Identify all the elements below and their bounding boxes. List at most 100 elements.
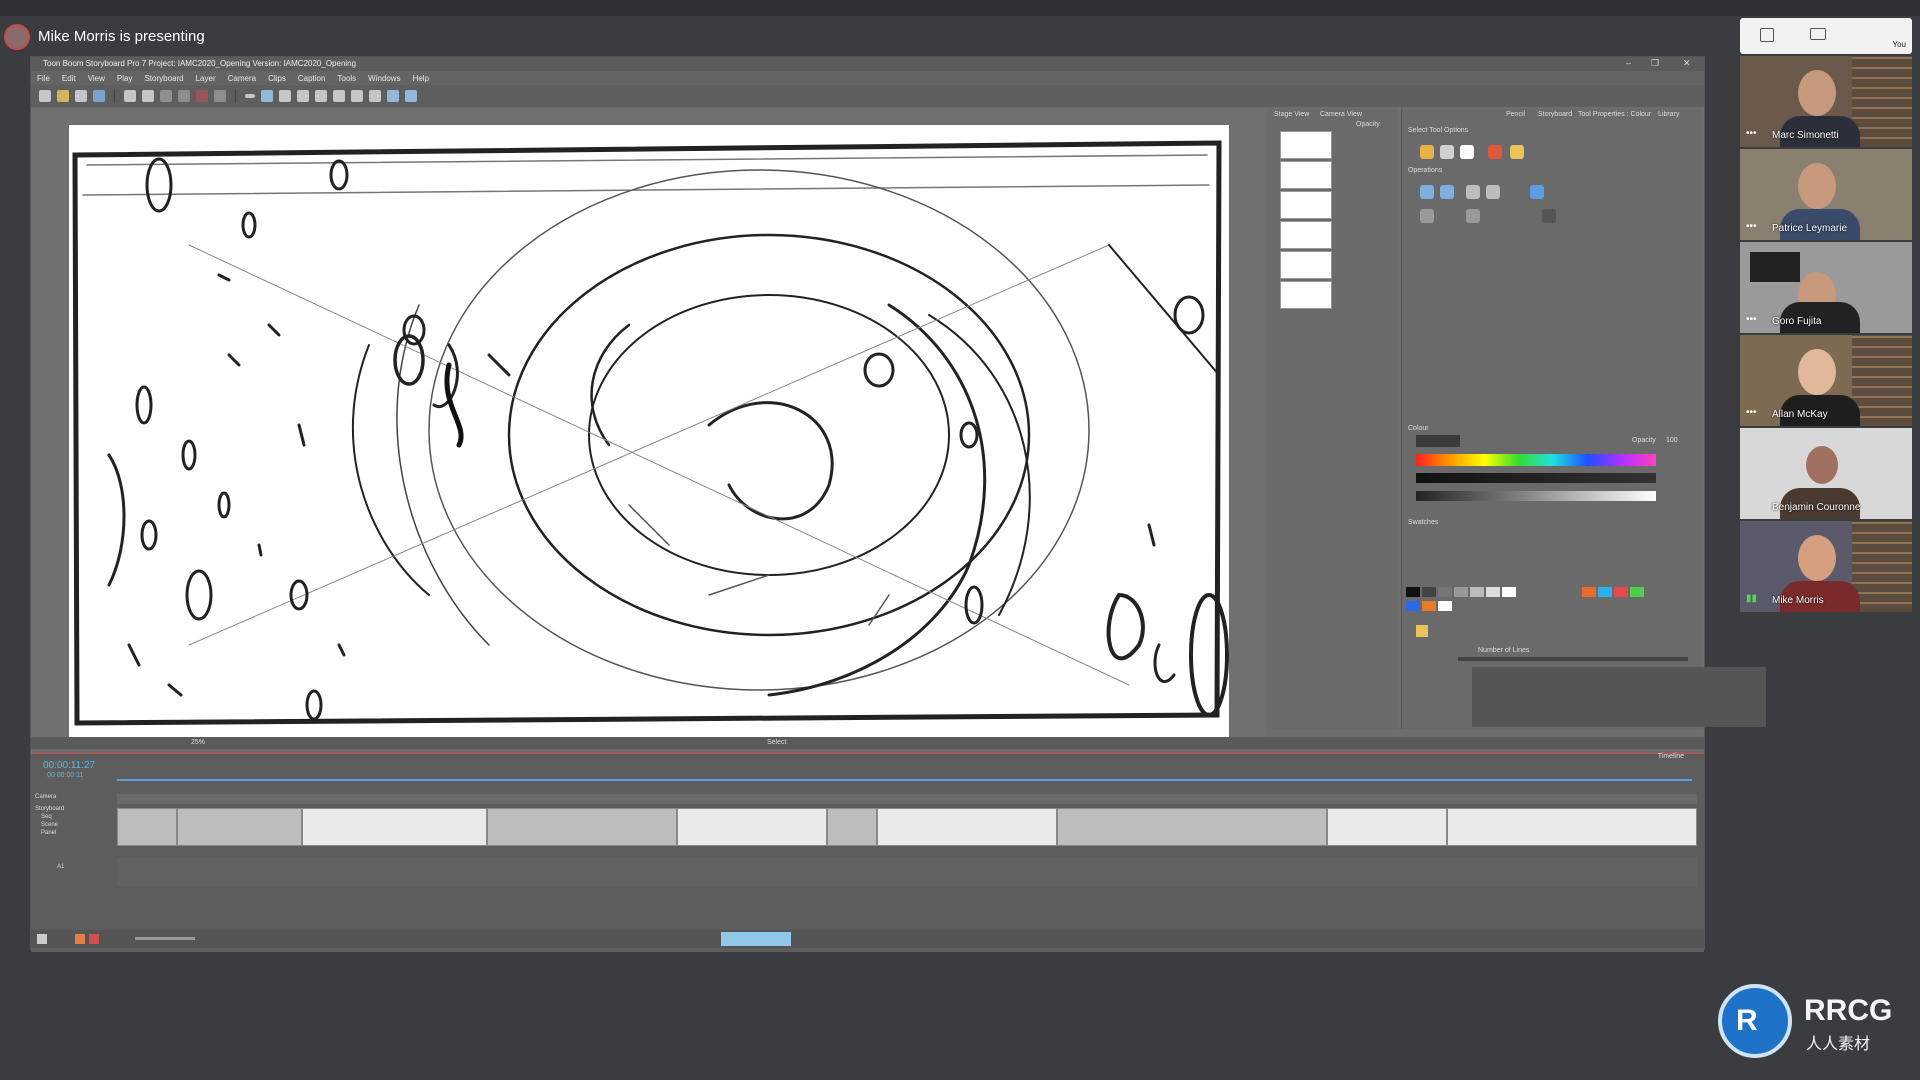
layer-thumbnail[interactable]: [1280, 191, 1332, 219]
panel-clip[interactable]: [117, 808, 177, 846]
swatch-lighter-grey[interactable]: [1486, 587, 1500, 597]
panel-clip[interactable]: [877, 808, 1057, 846]
participants-icon[interactable]: [1760, 28, 1774, 42]
menu-storyboard[interactable]: Storyboard: [144, 74, 183, 83]
undo-icon[interactable]: [214, 90, 226, 102]
tab-library[interactable]: Library: [1658, 111, 1679, 118]
swatch-amber[interactable]: [1422, 601, 1436, 611]
pencil-tool-icon[interactable]: [1416, 625, 1428, 637]
rectangle-select-icon[interactable]: [1440, 145, 1454, 159]
timeline-scrollbar-thumb[interactable]: [721, 932, 791, 946]
smooth-icon[interactable]: [1530, 185, 1544, 199]
colour-opacity-value[interactable]: 100: [1666, 437, 1678, 444]
swatch-black[interactable]: [1406, 587, 1420, 597]
menu-help[interactable]: Help: [413, 74, 429, 83]
new-file-icon[interactable]: [39, 90, 51, 102]
layer-thumbnail[interactable]: [1280, 131, 1332, 159]
zoom-in-icon[interactable]: [387, 90, 399, 102]
participant-tile[interactable]: ••• Goro Fujita: [1740, 242, 1912, 333]
layer-thumbnail[interactable]: [1280, 161, 1332, 189]
tab-tool-properties[interactable]: Tool Properties : Colour: [1578, 111, 1651, 118]
swatch-dark-grey[interactable]: [1422, 587, 1436, 597]
rotate-cw-icon[interactable]: [1486, 185, 1500, 199]
swatch-grey[interactable]: [1438, 587, 1452, 597]
drawing-canvas[interactable]: [69, 125, 1229, 737]
menu-clips[interactable]: Clips: [268, 74, 286, 83]
participant-tile[interactable]: ••• Marc Simonetti: [1740, 56, 1912, 147]
swatch-green[interactable]: [1630, 587, 1644, 597]
select-icon[interactable]: [142, 90, 154, 102]
more-options-icon[interactable]: •••: [1746, 128, 1757, 139]
panel-clip[interactable]: [487, 808, 677, 846]
timecode-display[interactable]: 00:00:11:27: [43, 760, 95, 771]
flatten-icon[interactable]: [1420, 209, 1434, 223]
lines-slider[interactable]: [1458, 657, 1688, 661]
overview-icon[interactable]: [369, 90, 381, 102]
transform-icon[interactable]: [124, 90, 136, 102]
grid-icon[interactable]: [279, 90, 291, 102]
select-by-colour-icon[interactable]: [1510, 145, 1524, 159]
chat-icon[interactable]: [1810, 28, 1826, 40]
panel-clip[interactable]: [1447, 808, 1697, 846]
participant-tile[interactable]: ▮▮ Mike Morris: [1740, 521, 1912, 612]
menu-edit[interactable]: Edit: [62, 74, 76, 83]
swatch-orange[interactable]: [1582, 587, 1596, 597]
menu-caption[interactable]: Caption: [298, 74, 326, 83]
menu-windows[interactable]: Windows: [368, 74, 400, 83]
flip-vertical-icon[interactable]: [1440, 185, 1454, 199]
zoom-out-icon[interactable]: [405, 90, 417, 102]
layer-thumbnail[interactable]: [1280, 221, 1332, 249]
menu-camera[interactable]: Camera: [228, 74, 256, 83]
swatch-mid-grey[interactable]: [1454, 587, 1468, 597]
menu-layer[interactable]: Layer: [196, 74, 216, 83]
camera-track[interactable]: [117, 794, 1697, 804]
layer-thumbnail[interactable]: [1280, 281, 1332, 309]
panel-clip[interactable]: [1327, 808, 1447, 846]
thumbnails-icon[interactable]: [315, 90, 327, 102]
panel-clip[interactable]: [677, 808, 827, 846]
swatch-red[interactable]: [1614, 587, 1628, 597]
swatch-light-grey[interactable]: [1470, 587, 1484, 597]
minimize-icon[interactable]: –: [1626, 58, 1631, 68]
timeline-zoom-slider[interactable]: [135, 937, 195, 940]
tab-pencil[interactable]: Pencil: [1506, 111, 1525, 118]
copy-icon[interactable]: [178, 90, 190, 102]
add-track-icon[interactable]: [37, 934, 47, 944]
participant-tile[interactable]: ••• Patrice Leymarie: [1740, 149, 1912, 240]
panel-clip[interactable]: [1057, 808, 1327, 846]
save-icon[interactable]: [75, 90, 87, 102]
zoom-level[interactable]: 25%: [191, 739, 205, 746]
swatch-blue[interactable]: [1598, 587, 1612, 597]
brush-size-icon[interactable]: [245, 94, 255, 98]
create-colour-art-icon[interactable]: [1466, 209, 1480, 223]
menu-file[interactable]: File: [37, 74, 50, 83]
swatch-royal-blue[interactable]: [1406, 601, 1420, 611]
close-icon[interactable]: ✕: [1683, 58, 1691, 69]
delete-panel-icon[interactable]: [89, 934, 99, 944]
self-view-tile[interactable]: You: [1740, 18, 1912, 54]
hue-slider[interactable]: [1416, 454, 1656, 466]
panel-clip[interactable]: [827, 808, 877, 846]
tab-stage-view[interactable]: Stage View: [1274, 111, 1309, 118]
menu-view[interactable]: View: [88, 74, 105, 83]
camera-view-icon[interactable]: [351, 90, 363, 102]
open-folder-icon[interactable]: [57, 90, 69, 102]
audio-track[interactable]: [117, 858, 1697, 886]
saturation-slider[interactable]: [1416, 473, 1656, 483]
export-icon[interactable]: [93, 90, 105, 102]
panel-layout-icon[interactable]: [297, 90, 309, 102]
current-colour-swatch[interactable]: [1416, 435, 1460, 447]
more-options-icon[interactable]: •••: [1746, 407, 1757, 418]
swatch-white[interactable]: [1502, 587, 1516, 597]
more-options-icon[interactable]: •••: [1746, 221, 1757, 232]
menu-play[interactable]: Play: [117, 74, 133, 83]
brush-icon[interactable]: [261, 90, 273, 102]
panel-clip[interactable]: [302, 808, 487, 846]
magnet-icon[interactable]: [1460, 145, 1474, 159]
value-slider[interactable]: [1416, 491, 1656, 501]
participant-tile[interactable]: ••• Allan McKay: [1740, 335, 1912, 426]
lasso-icon[interactable]: [1420, 145, 1434, 159]
permanent-selection-icon[interactable]: [1488, 145, 1502, 159]
menu-tools[interactable]: Tools: [337, 74, 356, 83]
maximize-icon[interactable]: ❐: [1651, 58, 1659, 69]
